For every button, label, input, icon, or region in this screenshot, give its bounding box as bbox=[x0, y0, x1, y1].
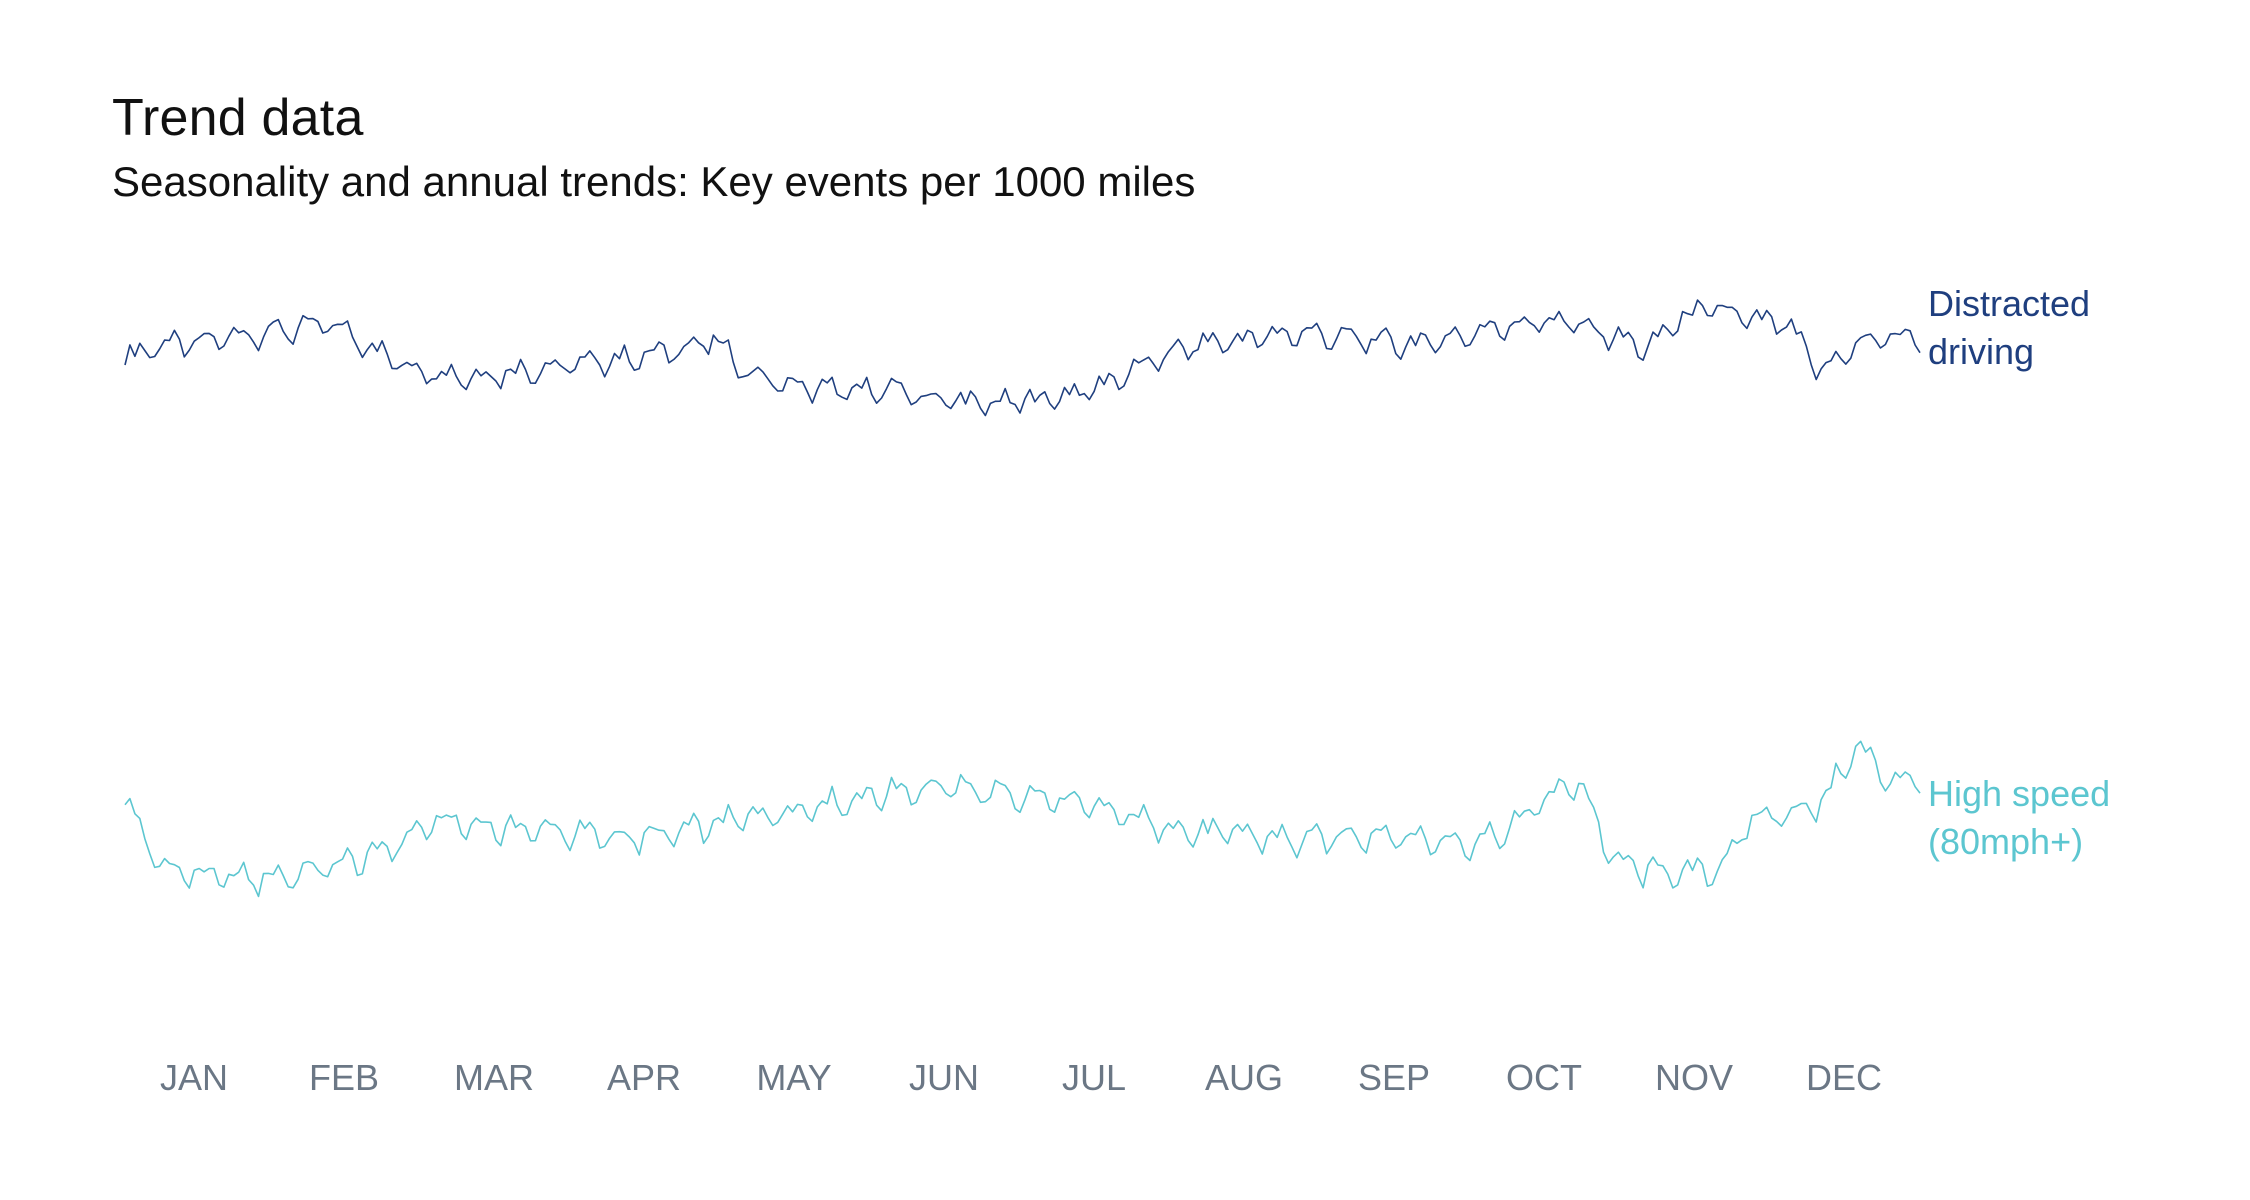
legend-high-speed-line2: (80mph+) bbox=[1928, 821, 2084, 862]
x-axis: JAN FEB MAR APR MAY JUN JUL AUG SEP OCT NOV DEC bbox=[160, 1057, 1882, 1098]
x-tick-label-jan: JAN bbox=[160, 1057, 228, 1098]
legend-high-speed: High speed (80mph+) bbox=[1928, 770, 2110, 866]
legend-distracted-driving-line1: Distracted bbox=[1928, 283, 2091, 324]
line-chart: JAN FEB MAR APR MAY JUN JUL AUG SEP OCT NOV DEC bbox=[124, 299, 1921, 1098]
x-tick-label-feb: FEB bbox=[309, 1057, 379, 1098]
series-layer bbox=[124, 299, 1921, 898]
x-tick-label-nov: NOV bbox=[1655, 1057, 1733, 1098]
x-tick-label-may: MAY bbox=[756, 1057, 831, 1098]
series-line-distracted-driving bbox=[124, 299, 1921, 417]
x-tick-label-mar: MAR bbox=[454, 1057, 534, 1098]
x-tick-label-aug: AUG bbox=[1205, 1057, 1283, 1098]
legend-distracted-driving: Distracted driving bbox=[1928, 280, 2090, 376]
series-line-high-speed bbox=[124, 740, 1921, 898]
x-tick-label-jun: JUN bbox=[909, 1057, 979, 1098]
x-tick-label-sep: SEP bbox=[1358, 1057, 1430, 1098]
legend-high-speed-line1: High speed bbox=[1928, 773, 2111, 814]
x-tick-label-dec: DEC bbox=[1806, 1057, 1882, 1098]
x-tick-label-apr: APR bbox=[607, 1057, 681, 1098]
legend-distracted-driving-line2: driving bbox=[1928, 331, 2035, 372]
x-tick-label-jul: JUL bbox=[1062, 1057, 1126, 1098]
x-tick-label-oct: OCT bbox=[1506, 1057, 1582, 1098]
